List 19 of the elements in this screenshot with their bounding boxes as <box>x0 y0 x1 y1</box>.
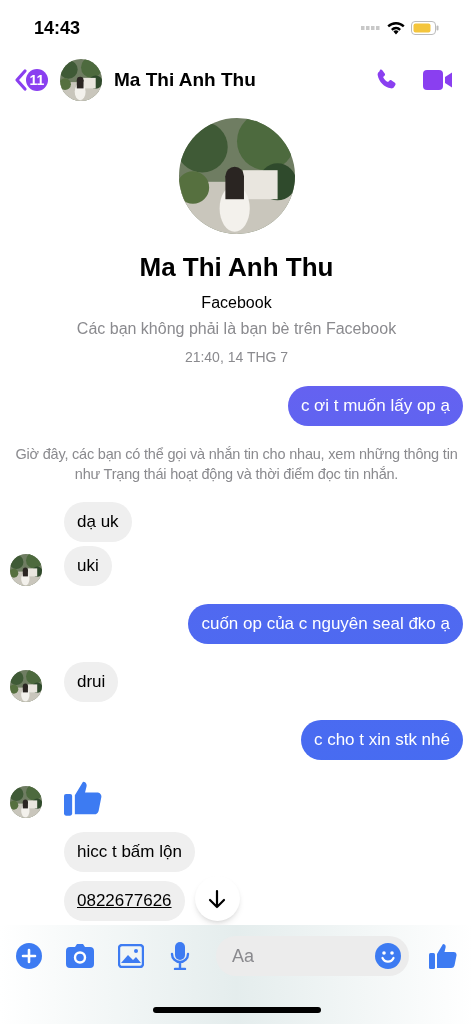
contact-name[interactable]: Ma Thi Anh Thu <box>114 65 256 95</box>
message-bubble[interactable]: drui <box>64 662 119 702</box>
status-time: 14:43 <box>34 16 81 40</box>
message-bubble[interactable]: uki <box>64 546 112 586</box>
message-field[interactable]: Aa <box>216 936 409 976</box>
message-bubble[interactable]: c ơi t muốn lấy op ạ <box>287 386 463 426</box>
message-bubble[interactable]: hicc t bấm lộn <box>64 832 195 872</box>
message-bubble[interactable]: cuốn op của c nguyên seal đko ạ <box>188 604 463 644</box>
back-button[interactable]: 11 <box>14 68 48 92</box>
system-notice: Giờ đây, các bạn có thể gọi và nhắn tin cho nhau, xem những thông tin như Trạng thái hoạt động và thời điểm đọc tin nhắn. <box>14 445 459 484</box>
profile-note: Các bạn không phải là bạn bè trên Facebook <box>76 319 397 339</box>
message-bubble[interactable]: c cho t xin stk nhé <box>300 720 463 760</box>
message-input[interactable]: Aa <box>232 942 375 970</box>
profile-source: Facebook <box>201 293 272 313</box>
unread-badge: 11 <box>26 69 48 91</box>
profile-name: Ma Thi Anh Thu <box>139 251 334 284</box>
message-bubble[interactable]: 0822677626 <box>64 881 185 921</box>
message-bubble[interactable]: dạ uk <box>64 502 132 542</box>
timestamp: 21:40, 14 THG 7 <box>184 348 289 367</box>
